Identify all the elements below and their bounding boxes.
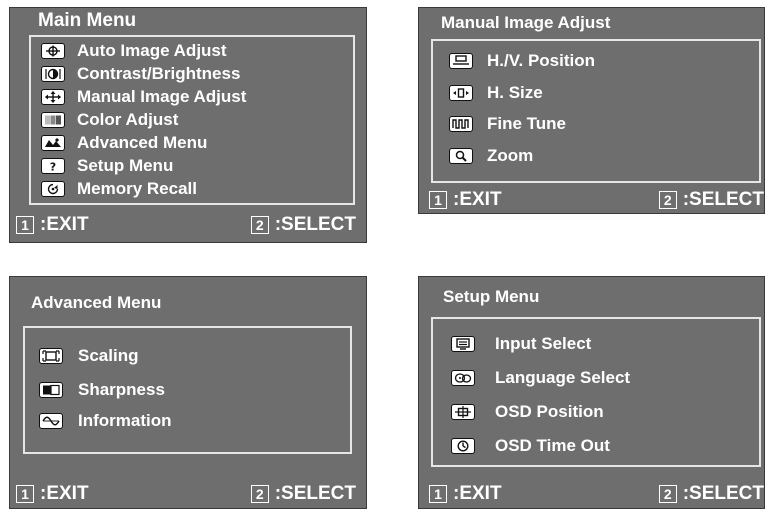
menu-item-label: Memory Recall [77, 179, 197, 198]
menu-item-label: Setup Menu [77, 156, 174, 175]
menu-item-label: Input Select [495, 334, 592, 353]
exit-key: 1 [16, 485, 34, 503]
exit-label: :EXIT [40, 483, 89, 504]
select-key: 2 [250, 216, 269, 234]
setup-menu-title: Setup Menu [443, 287, 540, 306]
exit-key: 1 [429, 191, 447, 209]
manual-image-adjust-list: H./V. Position H. Size Fine Tune Zoom [431, 39, 761, 183]
contrast-icon [41, 66, 65, 82]
manual-image-adjust-panel: Manual Image Adjust H./V. Position H. Si… [418, 7, 765, 214]
sharpness-icon [39, 382, 63, 398]
main-menu-title: Main Menu [38, 10, 137, 31]
move-arrows-icon [41, 89, 65, 105]
exit-label: :EXIT [453, 189, 502, 210]
manual-image-adjust-title: Manual Image Adjust [441, 13, 611, 32]
main-menu-footer: 1 :EXIT 2 :SELECT [10, 214, 366, 236]
scaling-icon [39, 348, 63, 364]
menu-item-osd-time-out[interactable]: OSD Time Out [433, 436, 759, 456]
menu-item-sharpness[interactable]: Sharpness [25, 380, 350, 400]
select-button[interactable]: 2 :SELECT [658, 483, 764, 505]
language-icon [451, 370, 475, 386]
advanced-menu-list: Scaling Sharpness Information [23, 326, 352, 454]
exit-label: :EXIT [40, 214, 89, 235]
menu-item-osd-position[interactable]: OSD Position [433, 402, 759, 422]
menu-item-information[interactable]: Information [25, 411, 350, 431]
menu-item-label: Language Select [495, 368, 631, 387]
menu-item-label: Color Adjust [77, 110, 179, 129]
menu-item-h-size[interactable]: H. Size [433, 83, 759, 103]
menu-item-auto-image-adjust[interactable]: Auto Image Adjust [31, 41, 353, 61]
exit-key: 1 [16, 216, 34, 234]
menu-item-label: Information [78, 411, 172, 430]
select-label: :SELECT [274, 214, 356, 235]
exit-key: 1 [429, 485, 447, 503]
menu-item-setup-menu[interactable]: ? Setup Menu [31, 156, 353, 176]
menu-item-label: Sharpness [78, 380, 165, 399]
clock-icon [451, 438, 475, 454]
menu-item-label: OSD Time Out [495, 436, 610, 455]
advanced-menu-footer: 1 :EXIT 2 :SELECT [10, 483, 366, 505]
menu-item-label: Zoom [487, 146, 534, 165]
menu-item-language-select[interactable]: Language Select [433, 368, 759, 388]
menu-item-scaling[interactable]: Scaling [25, 346, 350, 366]
advanced-menu-panel: Advanced Menu Scaling Sharpness Informat… [9, 276, 367, 509]
zoom-icon [449, 148, 473, 164]
menu-item-label: OSD Position [495, 402, 604, 421]
fine-tune-icon [449, 116, 473, 132]
select-key: 2 [658, 485, 677, 503]
select-button[interactable]: 2 :SELECT [250, 483, 356, 505]
menu-item-fine-tune[interactable]: Fine Tune [433, 114, 759, 134]
setup-menu-list: Input Select Language Select OSD Positio… [431, 317, 761, 467]
select-key: 2 [658, 191, 677, 209]
select-label: :SELECT [274, 483, 356, 504]
menu-item-contrast-brightness[interactable]: Contrast/Brightness [31, 64, 353, 84]
exit-button[interactable]: 1 :EXIT [429, 483, 502, 505]
main-menu-list: Auto Image Adjust Contrast/Brightness Ma… [29, 35, 355, 205]
menu-item-hv-position[interactable]: H./V. Position [433, 51, 759, 71]
menu-item-label: H. Size [487, 83, 543, 102]
select-key: 2 [250, 485, 269, 503]
menu-item-zoom[interactable]: Zoom [433, 146, 759, 166]
select-button[interactable]: 2 :SELECT [658, 189, 764, 211]
position-icon [449, 53, 473, 69]
color-bars-icon [41, 112, 65, 128]
h-size-icon [449, 85, 473, 101]
manual-image-adjust-footer: 1 :EXIT 2 :SELECT [419, 189, 764, 211]
osd-position-icon [451, 404, 475, 420]
select-button[interactable]: 2 :SELECT [250, 214, 356, 236]
menu-item-manual-image-adjust[interactable]: Manual Image Adjust [31, 87, 353, 107]
svg-text:?: ? [50, 161, 56, 173]
advanced-icon [41, 135, 65, 151]
menu-item-label: Fine Tune [487, 114, 567, 133]
information-icon [39, 413, 63, 429]
exit-button[interactable]: 1 :EXIT [429, 189, 502, 211]
exit-label: :EXIT [453, 483, 502, 504]
input-select-icon [451, 336, 475, 352]
advanced-menu-title: Advanced Menu [31, 293, 162, 312]
question-icon: ? [41, 158, 65, 174]
menu-item-memory-recall[interactable]: Memory Recall [31, 179, 353, 199]
menu-item-input-select[interactable]: Input Select [433, 334, 759, 354]
menu-item-label: Scaling [78, 346, 139, 365]
menu-item-label: Advanced Menu [77, 133, 208, 152]
menu-item-advanced-menu[interactable]: Advanced Menu [31, 133, 353, 153]
menu-item-label: Manual Image Adjust [77, 87, 247, 106]
menu-item-label: H./V. Position [487, 51, 596, 70]
menu-item-color-adjust[interactable]: Color Adjust [31, 110, 353, 130]
exit-button[interactable]: 1 :EXIT [16, 214, 89, 236]
select-label: :SELECT [682, 483, 764, 504]
memory-recall-icon [41, 181, 65, 197]
exit-button[interactable]: 1 :EXIT [16, 483, 89, 505]
menu-item-label: Auto Image Adjust [77, 41, 227, 60]
crosshair-icon [41, 43, 65, 59]
setup-menu-panel: Setup Menu Input Select Language Select … [418, 276, 765, 509]
menu-item-label: Contrast/Brightness [77, 64, 241, 83]
setup-menu-footer: 1 :EXIT 2 :SELECT [419, 483, 764, 505]
select-label: :SELECT [682, 189, 764, 210]
main-menu-panel: Main Menu Auto Image Adjust Contrast/Bri… [9, 7, 367, 243]
